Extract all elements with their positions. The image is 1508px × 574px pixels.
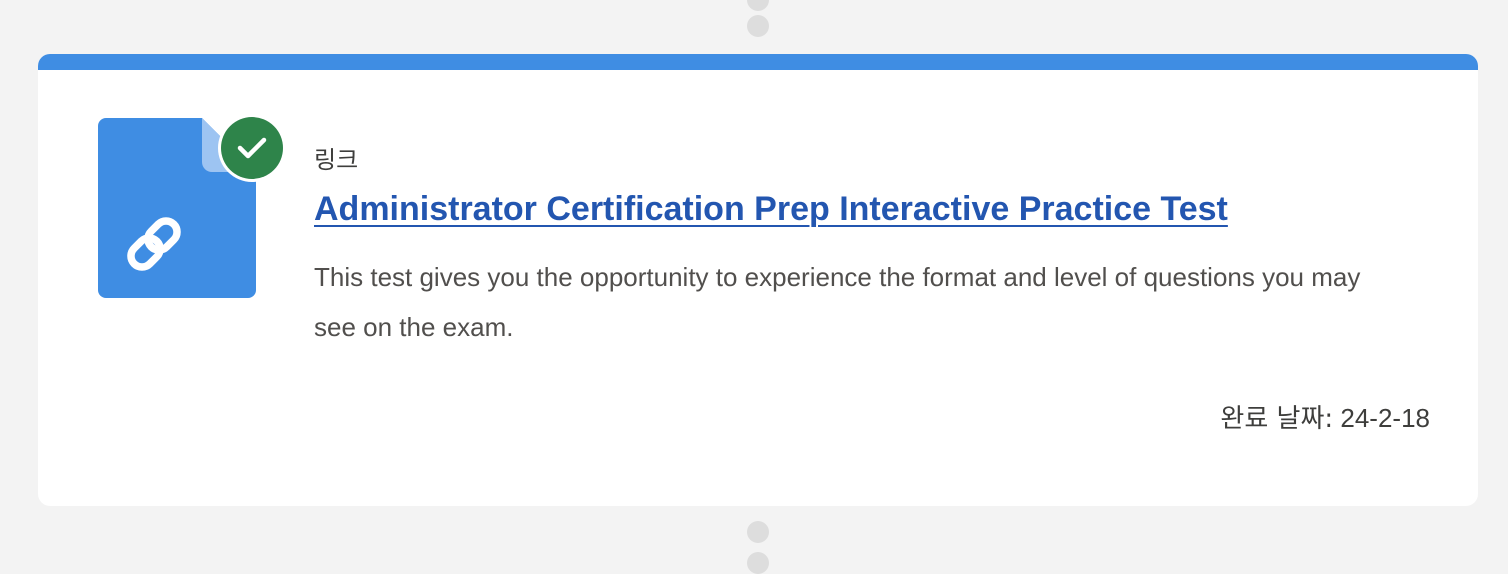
item-description: This test gives you the opportunity to e… <box>314 262 1361 342</box>
timeline-connector-dot <box>747 0 769 11</box>
item-title-link[interactable]: Administrator Certification Prep Interac… <box>314 190 1228 229</box>
check-icon <box>237 137 267 159</box>
learning-item-card: 링크 Administrator Certification Prep Inte… <box>38 54 1478 506</box>
item-type-label: 링크 <box>314 146 359 174</box>
timeline-connector-dot <box>747 521 769 543</box>
card-accent-bar <box>38 54 1478 70</box>
completion-date: 완료 날짜: 24-2-18 <box>1220 398 1430 435</box>
timeline-connector-dot <box>747 552 769 574</box>
completion-label: 완료 날짜: <box>1220 404 1334 434</box>
completed-badge <box>218 114 286 182</box>
timeline-connector-dot <box>747 15 769 37</box>
completion-date-value: 24-2-18 <box>1340 403 1430 433</box>
